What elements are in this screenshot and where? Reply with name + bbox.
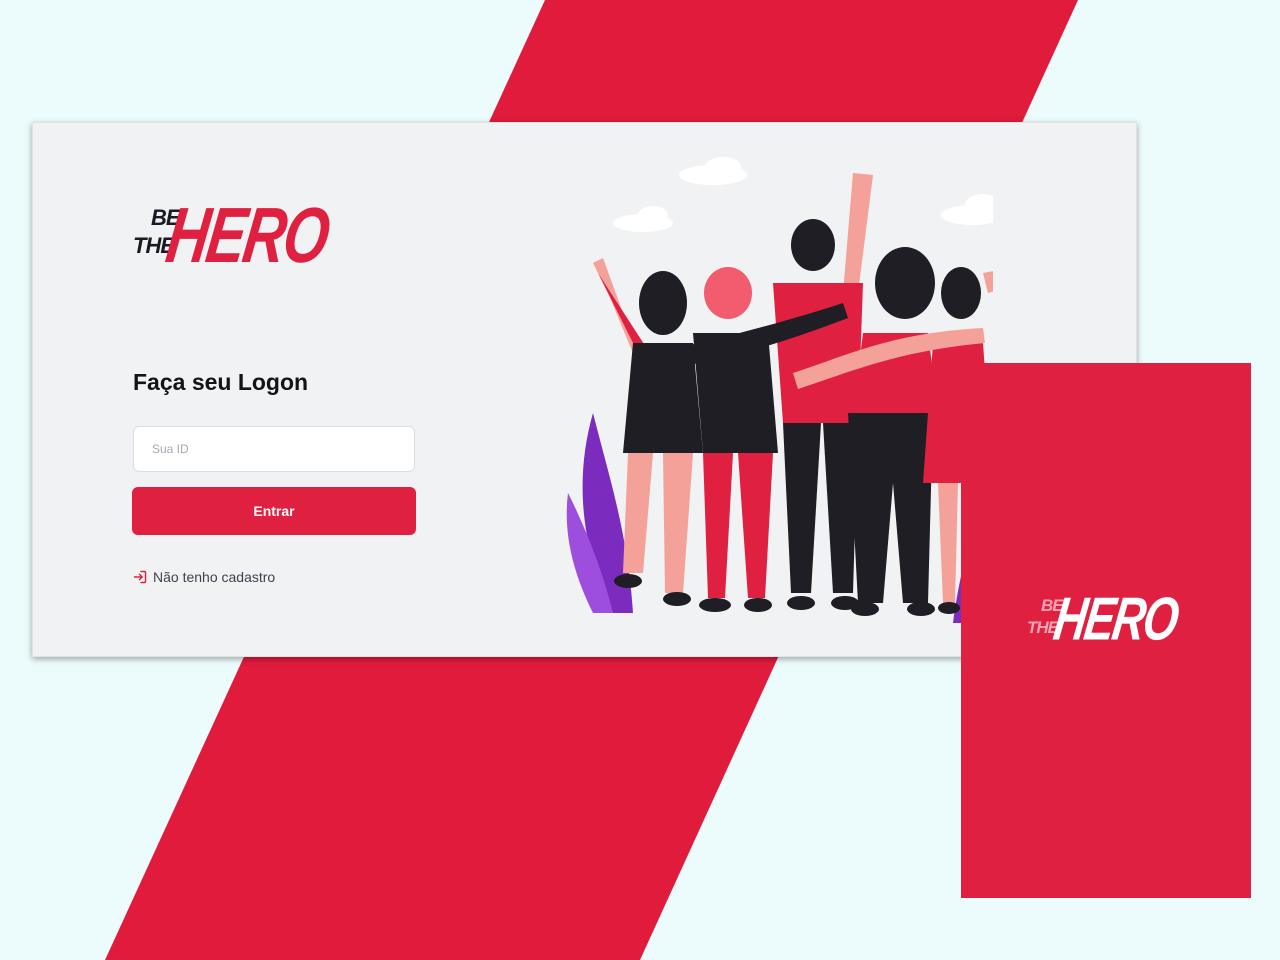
log-in-icon	[133, 570, 147, 584]
logo-hero-text-mobile: HERO	[1049, 583, 1182, 653]
login-button[interactable]: Entrar	[132, 487, 416, 535]
id-input[interactable]	[133, 426, 415, 472]
group-of-friends-illustration	[566, 157, 993, 623]
page-title: Faça seu Logon	[133, 369, 309, 395]
be-the-hero-logo: BE THE HERO	[129, 191, 339, 285]
register-link-label: Não tenho cadastro	[153, 569, 276, 585]
be-the-hero-logo-mobile: BE THE HERO	[1023, 583, 1193, 655]
logo-hero-text: HERO	[161, 191, 334, 280]
mobile-splash-screen: BE THE HERO	[961, 363, 1251, 898]
register-link[interactable]: Não tenho cadastro	[133, 569, 275, 585]
